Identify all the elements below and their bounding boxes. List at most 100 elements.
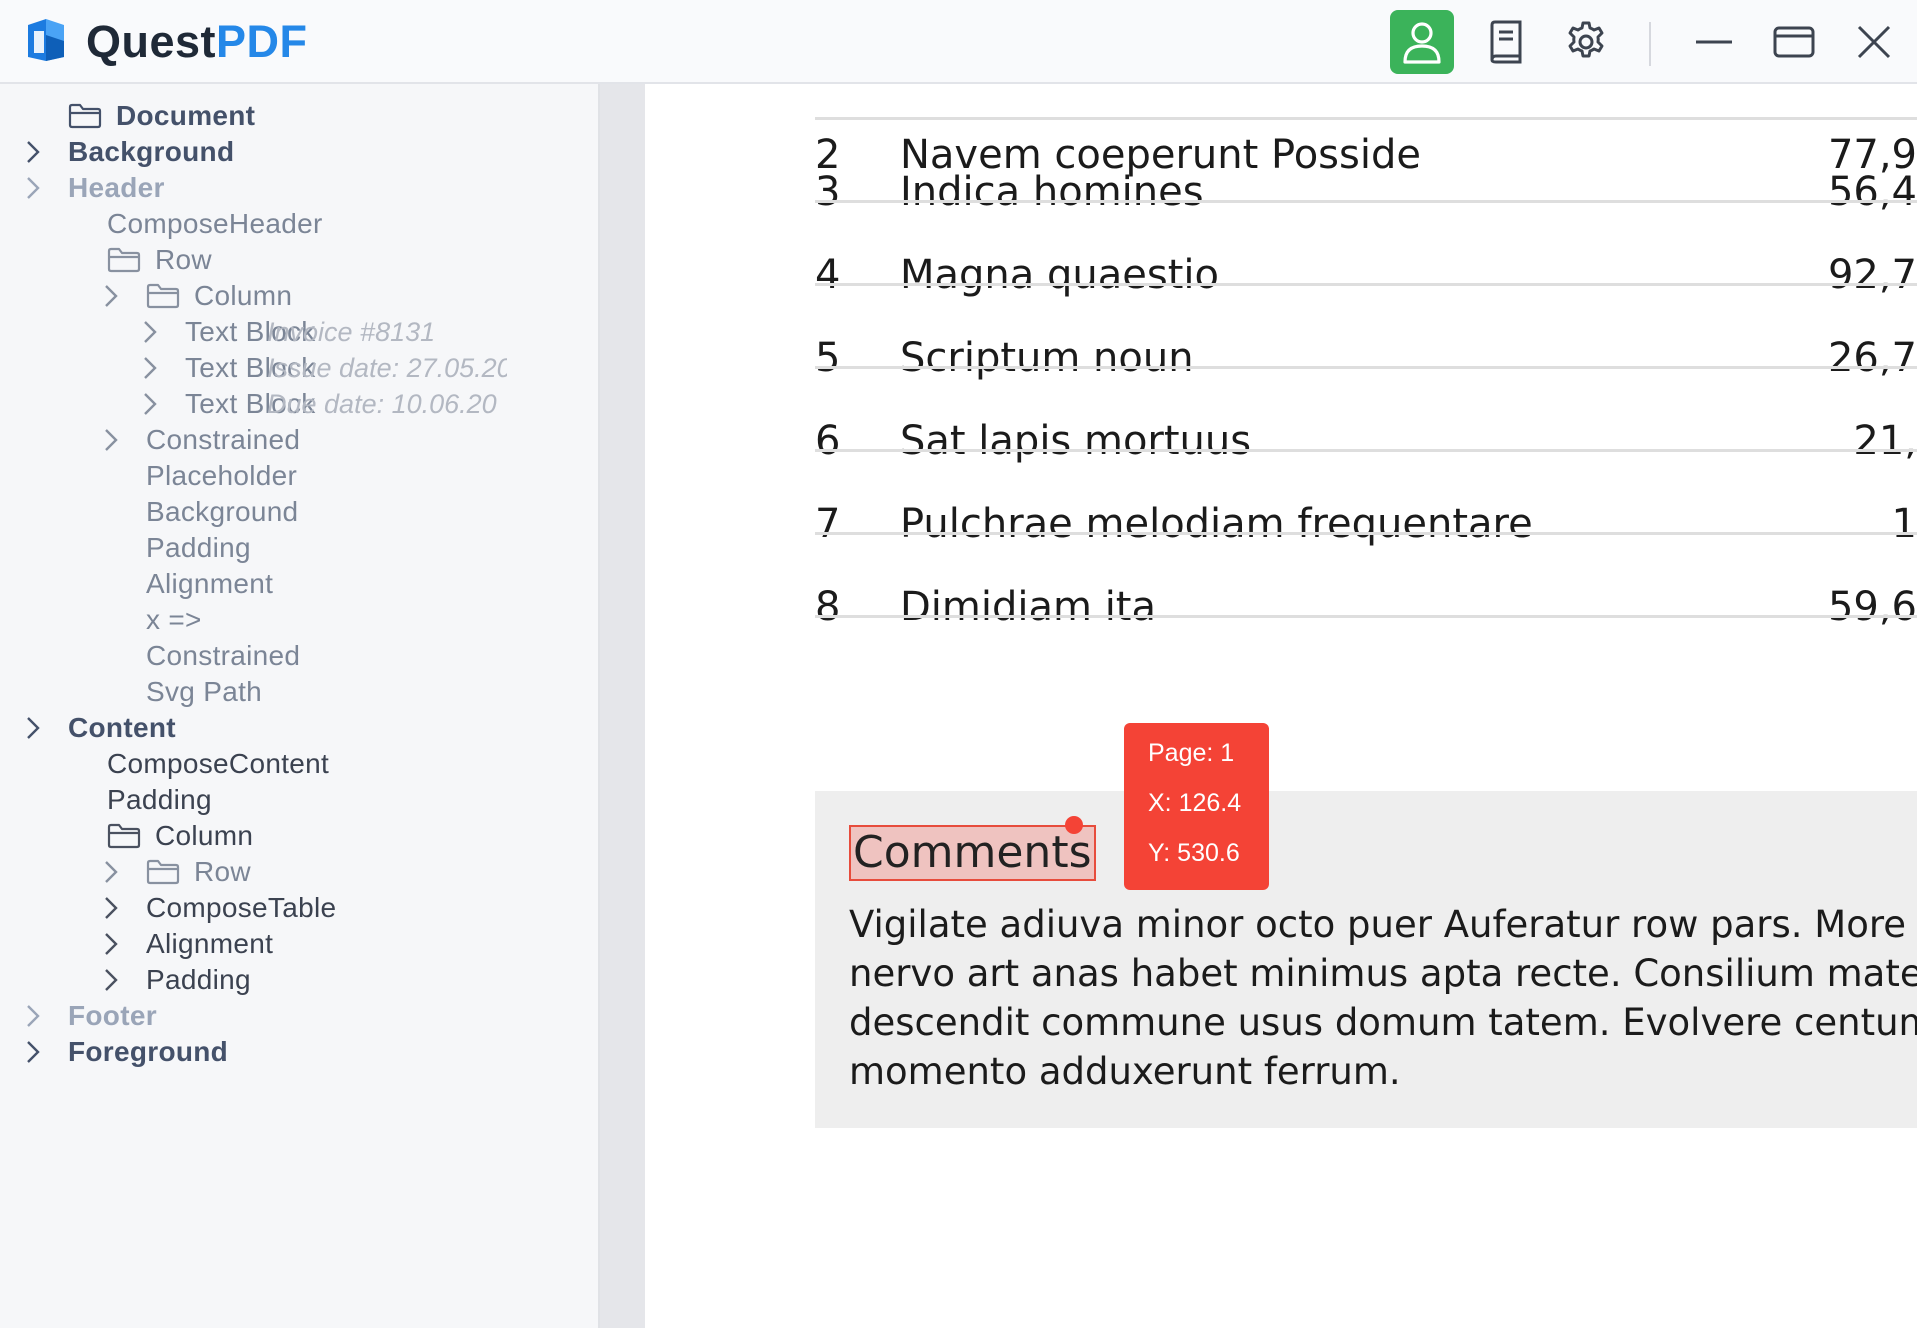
tree-item-label: ComposeTable (146, 892, 337, 923)
tree-item-label: Column (194, 280, 293, 311)
chevron-right-icon[interactable] (143, 354, 163, 382)
row-value: 56,4 (1827, 169, 1917, 215)
tree-item-content-preview: Invoice #8131 (267, 316, 436, 347)
row-name: Dimidiam ita (900, 584, 1156, 630)
folder-icon (146, 858, 182, 886)
tree-item-label: Constrained (146, 640, 301, 671)
chevron-right-icon[interactable] (26, 714, 46, 742)
chevron-right-icon[interactable] (26, 138, 46, 166)
tree-item-label: Padding (146, 532, 251, 563)
row-number: 3 (815, 169, 841, 215)
documentation-button[interactable] (1474, 10, 1538, 74)
row-divider (815, 532, 1917, 535)
row-divider (815, 200, 1917, 203)
user-icon (1403, 22, 1441, 64)
tree-item-label: Alignment (146, 568, 274, 599)
tree-item-label: Foreground (68, 1036, 229, 1067)
chevron-right-icon[interactable] (143, 318, 163, 346)
tree-item-label: Svg Path (146, 676, 263, 707)
row-number: 4 (815, 252, 841, 298)
row-name: Sat lapis mortuus (900, 418, 1252, 464)
brand-quest: Quest (86, 16, 217, 67)
row-divider (815, 283, 1917, 286)
tree-item-content-preview: Due date: 10.06.20 (267, 388, 497, 419)
tree-item-label: x => (146, 604, 202, 635)
tree-item-label: Header (68, 172, 165, 203)
tooltip-page: Page: 1 (1148, 739, 1235, 767)
row-value: 26,7 (1827, 335, 1917, 381)
row-name: Scriptum noun (900, 335, 1194, 381)
maximize-icon (1773, 26, 1815, 58)
toolbar-separator (1649, 22, 1651, 66)
row-name: Indica homines (900, 169, 1204, 215)
account-button[interactable] (1390, 10, 1454, 74)
row-divider (815, 366, 1917, 369)
title-bar: QuestPDF (0, 0, 1917, 84)
tree-item-label: ComposeContent (107, 748, 330, 779)
tree-item-foreground[interactable]: Foreground (26, 1030, 228, 1074)
folder-icon (146, 282, 182, 310)
selection-handle[interactable] (1065, 816, 1083, 834)
chevron-right-icon[interactable] (26, 174, 46, 202)
tree-item-label: Document (116, 100, 256, 131)
close-icon (1857, 25, 1891, 59)
gear-icon (1568, 21, 1604, 58)
document-structure-tree: Document Background Header ComposeHeader Row… (0, 84, 600, 1328)
preview-gutter (600, 84, 645, 1328)
tooltip-y: Y: 530.6 (1148, 839, 1240, 867)
chevron-right-icon[interactable] (104, 930, 124, 958)
tree-item-content-preview: Issue date: 27.05.20 (267, 352, 507, 383)
tree-item-label: Background (68, 136, 235, 167)
tree-item-label: Column (155, 820, 254, 851)
questpdf-logo-icon (28, 19, 64, 61)
chevron-right-icon[interactable] (104, 966, 124, 994)
tree-item-label: Placeholder (146, 460, 298, 491)
tree-item-label: Background (146, 496, 299, 527)
settings-button[interactable] (1554, 10, 1618, 74)
row-number: 7 (815, 501, 841, 547)
row-divider (815, 117, 1917, 120)
row-number: 8 (815, 584, 841, 630)
chevron-right-icon[interactable] (104, 858, 124, 886)
tree-item-label: Row (194, 856, 251, 887)
row-name: Pulchrae melodiam frequentare (900, 501, 1533, 547)
brand-pdf: PDF (216, 16, 308, 67)
row-number: 6 (815, 418, 841, 464)
comments-body: Vigilate adiuva minor octo puer Auferatu… (849, 903, 1917, 1093)
maximize-button[interactable] (1762, 10, 1826, 74)
row-value: 1 (1891, 501, 1917, 547)
row-value: 59,6 (1827, 584, 1917, 630)
chevron-right-icon[interactable] (143, 390, 163, 418)
book-icon (1490, 20, 1522, 64)
row-value: 92,7 (1827, 252, 1917, 298)
row-value: 21, (1853, 418, 1917, 464)
folder-icon (107, 822, 143, 850)
row-divider (815, 615, 1917, 618)
tree-item-label: Padding (107, 784, 212, 815)
chevron-right-icon[interactable] (26, 1038, 46, 1066)
chevron-right-icon[interactable] (104, 426, 124, 454)
chevron-right-icon[interactable] (26, 1002, 46, 1030)
row-name: Magna quaestio (900, 252, 1219, 298)
chevron-right-icon[interactable] (104, 282, 124, 310)
document-preview-page[interactable]: 2 Navem coeperunt Posside 77,9 3 Indica h… (645, 84, 1917, 1328)
comments-title-highlighted[interactable]: Comments (849, 825, 1096, 881)
app-brand: QuestPDF (86, 14, 308, 70)
tree-item-label: Alignment (146, 928, 274, 959)
tree-item-label: Row (155, 244, 212, 275)
folder-icon (68, 102, 104, 130)
close-button[interactable] (1842, 10, 1906, 74)
row-divider (815, 449, 1917, 452)
position-tooltip: Page: 1 X: 126.4 Y: 530.6 (1124, 723, 1269, 890)
tooltip-x: X: 126.4 (1148, 789, 1242, 817)
folder-icon (107, 246, 143, 274)
tree-item-label: Constrained (146, 424, 301, 455)
row-number: 5 (815, 335, 841, 381)
tree-item-label: Padding (146, 964, 251, 995)
tree-item-label: Footer (68, 1000, 157, 1031)
tree-item-label: ComposeHeader (107, 208, 323, 239)
tree-item-label: Content (68, 712, 176, 743)
minimize-button[interactable] (1682, 10, 1746, 74)
chevron-right-icon[interactable] (104, 894, 124, 922)
minimize-icon (1696, 40, 1732, 44)
